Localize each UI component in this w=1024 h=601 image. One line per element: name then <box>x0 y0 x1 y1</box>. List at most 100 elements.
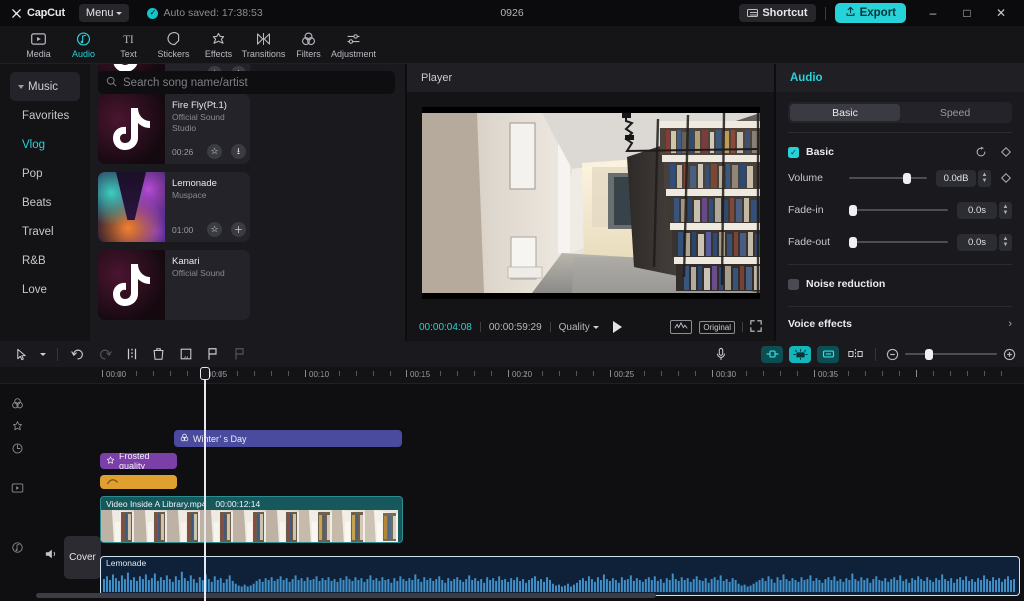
ai-crop-button[interactable]: AI <box>172 341 199 367</box>
svg-text:TI: TI <box>123 34 134 46</box>
category-item-love[interactable]: Love <box>10 275 80 304</box>
tab-basic[interactable]: Basic <box>790 104 900 121</box>
fullscreen-icon[interactable] <box>750 320 762 335</box>
voice-effects-row[interactable]: Voice effects › <box>776 311 1024 337</box>
download-icon[interactable]: ⭳ <box>231 144 246 159</box>
marker-button[interactable] <box>199 341 226 367</box>
properties-tabs: Basic Speed <box>788 102 1012 123</box>
fade-out-slider[interactable] <box>849 235 948 249</box>
fade-in-stepper[interactable]: ▲▼ <box>999 202 1012 219</box>
original-ratio-button[interactable]: Original <box>699 321 735 334</box>
category-item-favorites[interactable]: Favorites <box>10 101 80 130</box>
undo-button[interactable] <box>64 341 91 367</box>
filter-clip[interactable] <box>100 475 177 489</box>
export-button[interactable]: Export <box>835 3 906 23</box>
select-tool-button[interactable] <box>8 341 35 367</box>
fade-out-value[interactable]: 0.0s <box>957 234 997 251</box>
song-actions-row: 01:00 ☆ ＋ <box>172 222 246 237</box>
effect-clip[interactable]: Frosted quality <box>100 453 177 469</box>
auto-cut-button[interactable] <box>761 346 783 363</box>
volume-value[interactable]: 0.0dB <box>936 170 976 187</box>
list-item[interactable]: Kanari Official Sound <box>98 250 250 320</box>
fade-out-stepper[interactable]: ▲▼ <box>999 234 1012 251</box>
category-item-vlog[interactable]: Vlog <box>10 130 80 159</box>
effects-track-icon[interactable] <box>11 420 24 433</box>
brand: CapCut <box>10 7 65 20</box>
audio-track-icon[interactable] <box>11 541 24 554</box>
category-item-rnb[interactable]: R&B <box>10 246 80 275</box>
slider-knob[interactable] <box>925 349 933 360</box>
play-button[interactable] <box>613 321 622 333</box>
timeline-horizontal-scrollbar[interactable] <box>36 593 656 598</box>
mute-track-icon[interactable] <box>44 548 58 560</box>
volume-slider[interactable] <box>849 171 927 185</box>
zoom-slider[interactable] <box>905 347 997 361</box>
marker-secondary-button[interactable] <box>226 341 253 367</box>
keyframe-diamond-icon[interactable] <box>1000 146 1012 158</box>
cover-button[interactable]: Cover <box>64 536 101 579</box>
menu-button[interactable]: Menu <box>79 4 130 22</box>
category-item-pop[interactable]: Pop <box>10 159 80 188</box>
filter-track-icon[interactable] <box>11 397 24 410</box>
auto-reframe-button[interactable] <box>817 346 839 363</box>
close-button[interactable]: ✕ <box>984 0 1018 26</box>
maximize-button[interactable]: □ <box>950 0 984 26</box>
list-item[interactable]: Fire Fly(Pt.1) Official Sound Studio 00:… <box>98 94 250 164</box>
chevron-down-icon <box>116 12 122 15</box>
split-button[interactable] <box>118 341 145 367</box>
slider-knob[interactable] <box>903 173 911 184</box>
quality-selector[interactable]: Quality <box>559 322 599 333</box>
basic-checkbox[interactable]: ✓ <box>788 147 799 158</box>
video-track-icon[interactable] <box>11 482 24 494</box>
category-header-music[interactable]: Music <box>10 72 80 101</box>
search-input[interactable]: Search song name/artist <box>98 71 395 94</box>
reset-icon[interactable] <box>975 146 987 158</box>
favorite-star-icon[interactable]: ☆ <box>207 144 222 159</box>
title-bar: CapCut Menu ✓ Auto saved: 17:38:53 0926 … <box>0 0 1024 26</box>
tab-text[interactable]: TI Text <box>106 31 151 59</box>
zoom-out-icon[interactable] <box>886 348 899 361</box>
delete-button[interactable] <box>145 341 172 367</box>
scope-icon[interactable] <box>670 320 692 334</box>
video-clip[interactable]: Video Inside A Library.mp4 00:00:12:14 <box>100 496 403 543</box>
adjustment-track-icon[interactable] <box>11 442 24 455</box>
fade-in-slider[interactable] <box>849 203 948 217</box>
noise-reduction-checkbox[interactable] <box>788 279 799 290</box>
category-header-label: Music <box>28 81 58 93</box>
search-placeholder: Search song name/artist <box>123 77 248 89</box>
tab-stickers[interactable]: Stickers <box>151 31 196 59</box>
fade-in-value[interactable]: 0.0s <box>957 202 997 219</box>
minimize-button[interactable]: – <box>916 0 950 26</box>
tab-adjustment[interactable]: Adjustment <box>331 31 376 59</box>
tab-filters[interactable]: Filters <box>286 31 331 59</box>
zoom-in-icon[interactable] <box>1003 348 1016 361</box>
add-icon[interactable]: ＋ <box>231 222 246 237</box>
favorite-star-icon[interactable]: ☆ <box>207 222 222 237</box>
mirror-button[interactable] <box>842 341 869 367</box>
redo-button[interactable] <box>91 341 118 367</box>
auto-caption-button[interactable] <box>789 346 811 363</box>
record-voiceover-button[interactable] <box>707 341 734 367</box>
audio-clip[interactable]: Lemonade <box>100 556 1020 596</box>
timeline-ruler[interactable]: 00:00 00:05 00:10 00:15 00:20 00:25 00:3… <box>0 367 1024 384</box>
divider <box>57 348 58 361</box>
category-item-beats[interactable]: Beats <box>10 188 80 217</box>
category-label: Favorites <box>22 110 69 122</box>
shortcut-button[interactable]: Shortcut <box>739 4 815 22</box>
list-item[interactable]: Lemonade Muspace 01:00 ☆ ＋ <box>98 172 250 242</box>
keyframe-diamond-icon[interactable] <box>1000 172 1012 184</box>
tab-audio[interactable]: Audio <box>61 31 106 59</box>
tab-speed[interactable]: Speed <box>900 104 1010 121</box>
chevron-right-icon[interactable]: › <box>1008 318 1012 330</box>
tab-transitions[interactable]: Transitions <box>241 31 286 59</box>
slider-knob[interactable] <box>849 237 857 248</box>
video-preview[interactable] <box>422 107 760 299</box>
text-clip[interactable]: Winter’ s Day <box>174 430 402 447</box>
volume-stepper[interactable]: ▲▼ <box>978 170 991 187</box>
tab-media[interactable]: Media <box>16 31 61 59</box>
slider-knob[interactable] <box>849 205 857 216</box>
select-tool-dropdown[interactable] <box>35 341 51 367</box>
tab-effects[interactable]: Effects <box>196 31 241 59</box>
category-item-travel[interactable]: Travel <box>10 217 80 246</box>
preview-area <box>407 92 774 313</box>
